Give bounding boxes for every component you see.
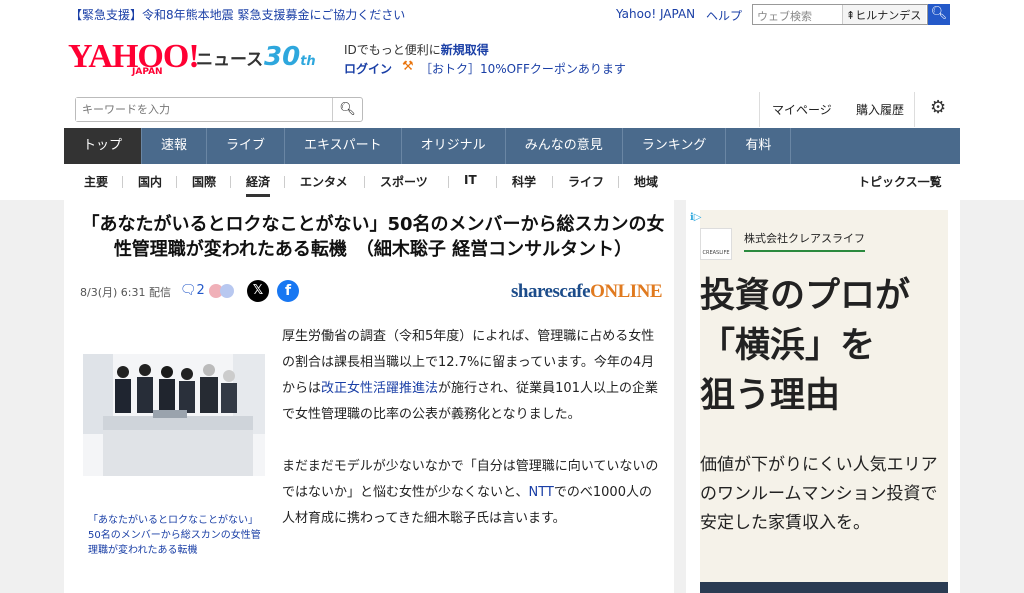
yahoo-japan-link[interactable]: Yahoo! JAPAN <box>616 7 695 21</box>
tab-top[interactable]: トップ <box>64 128 143 164</box>
category-world[interactable]: 国際 <box>192 173 216 190</box>
login-link[interactable]: ログイン <box>344 60 392 77</box>
coupon-link[interactable]: ［おトク］10%OFFクーポンあります <box>420 60 626 77</box>
purchase-history-link[interactable]: 購入履歴 <box>856 101 904 118</box>
top-bar: 【緊急支援】令和8年熊本地震 緊急支援募金にご協力ください Yahoo! JAP… <box>0 0 1024 28</box>
comment-icon: 🗨︎ <box>180 283 197 298</box>
ad-footer-bar <box>700 582 948 593</box>
article-date: 8/3(月) 6:31 配信 <box>80 286 171 299</box>
article: 「あなたがいるとロクなことがない」50名のメンバーから総スカンの女性管理職が変わ… <box>64 200 674 593</box>
search-icon: 🔍︎ <box>339 102 356 117</box>
ad-headline: 投資のプロが 「横浜」を 狙う理由 <box>700 276 911 416</box>
divider <box>448 176 449 188</box>
help-link[interactable]: ヘルプ <box>706 7 742 24</box>
id-promo: IDでもっと便利に新規取得 <box>344 43 489 57</box>
category-sports[interactable]: スポーツ <box>380 173 428 190</box>
divider <box>496 176 497 188</box>
category-science[interactable]: 科学 <box>512 173 536 190</box>
tab-live[interactable]: ライブ <box>207 128 286 164</box>
emergency-support-link[interactable]: 【緊急支援】令和8年熊本地震 緊急支援募金にご協力ください <box>70 6 405 23</box>
category-entertainment[interactable]: エンタメ <box>300 173 348 190</box>
divider <box>914 92 915 127</box>
divider <box>364 176 365 188</box>
keyword-search-button[interactable]: 🔍︎ <box>332 98 362 121</box>
tab-original[interactable]: オリジナル <box>402 128 506 164</box>
category-it[interactable]: IT <box>464 173 477 187</box>
topics-list-link[interactable]: トピックス一覧 <box>858 173 942 190</box>
yahoo-logo-sub: JAPAN <box>132 67 163 77</box>
ntt-link[interactable]: NTT <box>528 485 553 500</box>
divider <box>176 176 177 188</box>
article-photo[interactable] <box>83 324 265 476</box>
divider <box>552 176 553 188</box>
paragraph: まだまだモデルが少ないなかで「自分は管理職に向いていないのではないか」と悩む女性… <box>282 459 659 526</box>
advertiser-name: 株式会社クレアスライフ <box>744 230 865 252</box>
tab-opinions[interactable]: みんなの意見 <box>506 128 623 164</box>
tab-expert[interactable]: エキスパート <box>285 128 402 164</box>
hint-arrow-icon: ⇞ <box>846 9 856 22</box>
category-domestic[interactable]: 国内 <box>138 173 162 190</box>
divider <box>759 92 760 127</box>
gear-icon[interactable]: ⚙ <box>930 97 946 118</box>
news-wordmark[interactable]: ニュース <box>196 45 263 70</box>
advertiser-logo: CREASLIFE <box>700 228 732 260</box>
divider <box>122 176 123 188</box>
mypage-link[interactable]: マイページ <box>772 101 832 118</box>
publisher-logo[interactable]: sharescafeONLINE <box>511 281 663 303</box>
tab-ranking[interactable]: ランキング <box>623 128 727 164</box>
keyword-input[interactable] <box>76 98 326 121</box>
register-link[interactable]: 新規取得 <box>441 43 489 57</box>
ad-body: 価値が下がりにくい人気エリアのワンルームマンション投資で安定した家賃収入を。 <box>700 455 938 533</box>
divider <box>284 176 285 188</box>
category-main[interactable]: 主要 <box>84 173 108 190</box>
main-nav: トップ 速報 ライブ エキスパート オリジナル みんなの意見 ランキング 有料 <box>64 128 960 164</box>
divider <box>230 176 231 188</box>
x-share-icon[interactable]: 𝕏 <box>247 280 269 302</box>
search-hint[interactable]: ⇞ヒルナンデス <box>842 5 926 24</box>
ad-choices-icon[interactable]: ℹ▷ <box>690 212 702 223</box>
category-economy[interactable]: 経済 <box>246 173 271 197</box>
header: YAHOO! JAPAN ニュース 30th IDでもっと便利に新規取得 ログイ… <box>0 28 1024 200</box>
divider <box>618 176 619 188</box>
search-icon: 🔍︎ <box>930 6 948 21</box>
anniversary-badge: 30th <box>264 42 316 72</box>
keyword-search: 🔍︎ <box>75 97 363 122</box>
category-life[interactable]: ライフ <box>568 173 604 190</box>
category-local[interactable]: 地域 <box>634 173 658 190</box>
category-nav: 主要 国内 国際 経済 エンタメ スポーツ IT 科学 ライフ 地域 <box>64 170 960 197</box>
facebook-share-icon[interactable]: f <box>277 280 299 302</box>
law-link[interactable]: 改正女性活躍推進法 <box>321 381 438 396</box>
comment-count[interactable]: 🗨︎2 <box>180 283 205 298</box>
tab-paid[interactable]: 有料 <box>726 128 792 164</box>
tab-breaking[interactable]: 速報 <box>142 128 208 164</box>
hammer-icon: ⚒ <box>402 59 414 74</box>
article-body: 厚生労働省の調査（令和5年度）によれば、管理職に占める女性の割合は課長相当職以上… <box>282 324 659 558</box>
web-search-button[interactable]: 🔍︎ <box>928 4 950 25</box>
paragraph: 厚生労働省の調査（令和5年度）によれば、管理職に占める女性の割合は課長相当職以上… <box>282 329 658 422</box>
article-title: 「あなたがいるとロクなことがない」50名のメンバーから総スカンの女性管理職が変わ… <box>81 214 665 260</box>
photo-caption[interactable]: 「あなたがいるとロクなことがない」50名のメンバーから総スカンの女性管理職が変わ… <box>88 513 264 558</box>
reaction-face-icon <box>220 284 234 298</box>
